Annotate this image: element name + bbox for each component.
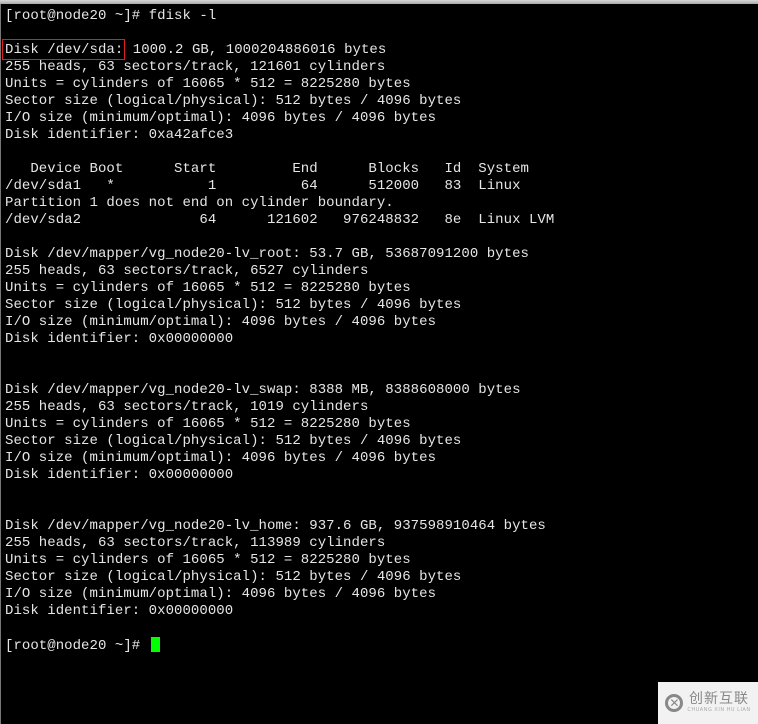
output-line: Disk identifier: 0x00000000: [5, 331, 234, 347]
output-line: Disk /dev/mapper/vg_node20-lv_swap: 8388…: [5, 382, 521, 398]
output-line: Sector size (logical/physical): 512 byte…: [5, 93, 462, 109]
output-line: 255 heads, 63 sectors/track, 6527 cylind…: [5, 263, 369, 279]
output-line: 255 heads, 63 sectors/track, 121601 cyli…: [5, 59, 386, 75]
output-line: Sector size (logical/physical): 512 byte…: [5, 297, 462, 313]
output-line: Disk /dev/mapper/vg_node20-lv_root: 53.7…: [5, 246, 529, 262]
output-line: Units = cylinders of 16065 * 512 = 82252…: [5, 552, 411, 568]
output-line: Disk identifier: 0x00000000: [5, 467, 234, 483]
watermark-text-cn: 创新互联: [688, 691, 749, 707]
output-line: Disk identifier: 0xa42afce3: [5, 127, 234, 143]
terminal-window[interactable]: [root@node20 ~]# fdisk -l Disk /dev/sda:…: [0, 4, 758, 724]
highlight-box-disk-sda: Disk /dev/sda:: [1, 39, 126, 60]
output-lines: 255 heads, 63 sectors/track, 121601 cyli…: [5, 59, 554, 637]
output-line: Disk identifier: 0x00000000: [5, 603, 234, 619]
text-cursor: [150, 637, 160, 652]
disk-sda-size: 1000.2 GB, 1000204886016 bytes: [124, 42, 387, 58]
output-line: Units = cylinders of 16065 * 512 = 82252…: [5, 280, 411, 296]
output-line: Units = cylinders of 16065 * 512 = 82252…: [5, 76, 411, 92]
terminal-output: [root@node20 ~]# fdisk -l Disk /dev/sda:…: [1, 8, 554, 654]
output-line: I/O size (minimum/optimal): 4096 bytes /…: [5, 450, 437, 466]
output-line: /dev/sda2 64 121602 976248832 8e Linux L…: [5, 212, 555, 228]
output-line: I/O size (minimum/optimal): 4096 bytes /…: [5, 110, 437, 126]
output-line: Disk /dev/mapper/vg_node20-lv_home: 937.…: [5, 518, 546, 534]
output-line: Partition 1 does not end on cylinder bou…: [5, 195, 394, 211]
watermark-text: 创新互联 CHUANG XIN HU LIAN: [687, 692, 750, 714]
prompt: [root@node20 ~]#: [5, 8, 149, 24]
disk-sda-line: Disk /dev/sda: 1000.2 GB, 1000204886016 …: [1, 39, 554, 60]
output-line: Sector size (logical/physical): 512 byte…: [5, 569, 462, 585]
command-line: [root@node20 ~]# fdisk -l: [5, 8, 554, 25]
watermark: ✕ 创新互联 CHUANG XIN HU LIAN: [658, 682, 758, 724]
chuangxin-logo-icon: ✕: [665, 694, 684, 712]
final-prompt-line: [root@node20 ~]#: [5, 637, 554, 654]
output-line: 255 heads, 63 sectors/track, 113989 cyli…: [5, 535, 386, 551]
prompt: [root@node20 ~]#: [5, 638, 149, 654]
output-line: /dev/sda1 * 1 64 512000 83 Linux: [5, 178, 521, 194]
command-text: fdisk -l: [148, 8, 217, 24]
output-line: Sector size (logical/physical): 512 byte…: [5, 433, 462, 449]
output-line: I/O size (minimum/optimal): 4096 bytes /…: [5, 586, 437, 602]
output-line: Device Boot Start End Blocks Id System: [5, 161, 529, 177]
watermark-text-en: CHUANG XIN HU LIAN: [687, 707, 751, 713]
output-line: 255 heads, 63 sectors/track, 1019 cylind…: [5, 399, 369, 415]
output-line: Units = cylinders of 16065 * 512 = 82252…: [5, 416, 411, 432]
output-line: I/O size (minimum/optimal): 4096 bytes /…: [5, 314, 437, 330]
